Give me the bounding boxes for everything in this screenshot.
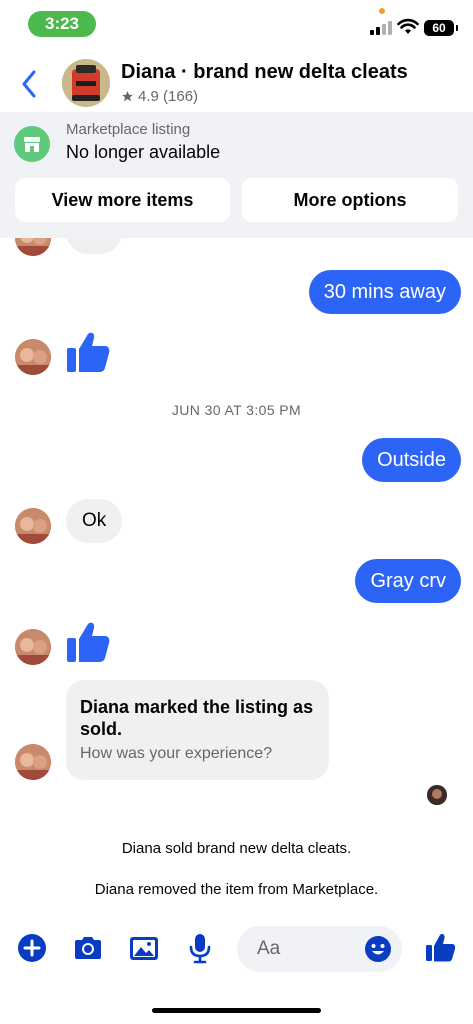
system-message: Diana removed the item from Marketplace. xyxy=(94,881,379,898)
wifi-icon xyxy=(397,18,419,34)
camera-icon[interactable] xyxy=(72,932,104,964)
microphone-icon[interactable] xyxy=(184,932,216,964)
listing-sold-card[interactable]: Diana marked the listing as sold. How wa… xyxy=(66,680,329,780)
avatar[interactable] xyxy=(15,238,51,256)
thumbs-up-icon[interactable] xyxy=(66,330,110,374)
image-icon[interactable] xyxy=(128,932,160,964)
system-message: Diana sold brand new delta cleats. xyxy=(121,840,352,857)
star-icon xyxy=(122,91,133,102)
avatar[interactable] xyxy=(15,508,51,544)
avatar[interactable] xyxy=(15,744,51,780)
avatar[interactable] xyxy=(15,339,51,375)
home-indicator[interactable] xyxy=(152,1008,321,1013)
cellular-signal-icon xyxy=(370,21,392,35)
privacy-indicator-dot xyxy=(379,8,385,14)
listing-thumbnail[interactable] xyxy=(62,59,110,107)
listing-label: Marketplace listing xyxy=(66,121,191,138)
back-chevron-icon[interactable] xyxy=(16,66,44,102)
message-thread[interactable]: Ok 30 mins away JUN 30 AT 3:05 PM Outsid… xyxy=(0,238,473,910)
message-input-container[interactable] xyxy=(237,926,402,972)
read-receipt-avatar xyxy=(427,785,447,805)
status-bar: 3:23 60 xyxy=(0,0,473,48)
thumbs-up-icon[interactable] xyxy=(66,620,110,664)
rating-text: 4.9 (166) xyxy=(138,88,199,105)
marketplace-listing-panel: Marketplace listing No longer available … xyxy=(0,112,473,238)
avatar[interactable] xyxy=(15,629,51,665)
message-input[interactable] xyxy=(257,926,357,972)
message-incoming[interactable]: Ok xyxy=(66,238,123,254)
smiley-icon[interactable] xyxy=(364,935,392,963)
message-incoming[interactable]: Ok xyxy=(66,499,123,543)
listing-status: No longer available xyxy=(66,142,221,162)
battery-indicator: 60 xyxy=(424,20,458,36)
store-icon xyxy=(14,126,50,162)
message-composer xyxy=(0,922,473,976)
message-outgoing[interactable]: 30 mins away xyxy=(308,270,461,314)
status-time: 3:23 xyxy=(28,11,96,37)
conversation-title[interactable]: Diana · brand new delta cleats xyxy=(121,61,408,84)
more-options-button[interactable]: More options xyxy=(242,178,458,222)
message-outgoing[interactable]: Outside xyxy=(362,438,461,482)
conversation-header: Diana · brand new delta cleats 4.9 (166) xyxy=(0,56,473,112)
plus-icon[interactable] xyxy=(16,932,48,964)
thumbs-up-icon[interactable] xyxy=(424,932,456,964)
sold-card-title: Diana marked the listing as sold. xyxy=(80,697,314,739)
timestamp: JUN 30 AT 3:05 PM xyxy=(171,402,302,418)
message-outgoing[interactable]: Gray crv xyxy=(355,559,461,603)
seller-rating: 4.9 (166) xyxy=(121,88,198,105)
cleats-image xyxy=(62,59,110,107)
sold-card-subtitle: How was your experience? xyxy=(80,745,273,762)
view-more-items-button[interactable]: View more items xyxy=(15,178,230,222)
